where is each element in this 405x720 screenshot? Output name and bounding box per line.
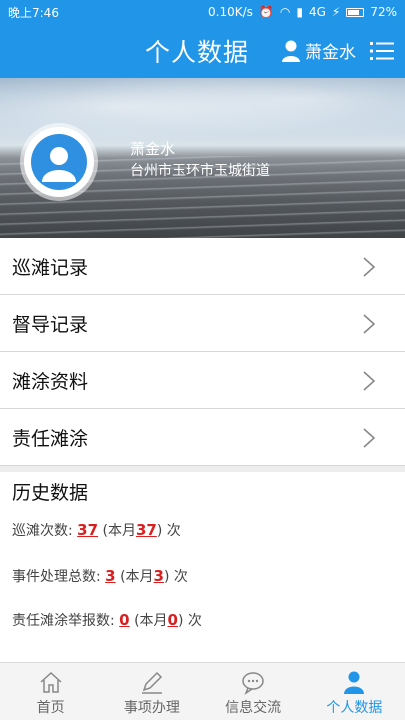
nav-personal-data[interactable]: 个人数据	[304, 663, 405, 720]
stat-month-label: 本月	[139, 613, 168, 629]
chevron-right-icon	[363, 257, 376, 277]
nav-tasks[interactable]: 事项办理	[101, 663, 202, 720]
stat-report-count: 责任滩涂举报数: 0 (本月0) 次	[12, 611, 202, 629]
menu-item-tidal-flat-info[interactable]: 滩涂资料	[0, 352, 405, 409]
stat-month[interactable]: 0	[168, 611, 178, 629]
nav-home[interactable]: 首页	[0, 663, 101, 720]
stat-month-label: 本月	[107, 523, 136, 539]
menu-list: 巡滩记录 督导记录 滩涂资料 责任滩涂	[0, 238, 405, 466]
nav-label: 信息交流	[225, 700, 282, 716]
menu-item-label: 责任滩涂	[12, 427, 89, 450]
chevron-right-icon	[363, 428, 376, 448]
menu-item-label: 督导记录	[12, 313, 89, 336]
stat-label: 责任滩涂举报数:	[12, 613, 115, 629]
chevron-right-icon	[363, 314, 376, 334]
avatar[interactable]	[24, 127, 94, 197]
header-user[interactable]: 萧金水	[281, 38, 356, 63]
history-section: 历史数据 巡滩次数: 37 (本月37) 次 事件处理总数: 3 (本月3) 次…	[0, 472, 405, 662]
chevron-right-icon	[363, 371, 376, 391]
menu-item-label: 巡滩记录	[12, 256, 89, 279]
stat-patrol-count: 巡滩次数: 37 (本月37) 次	[12, 521, 181, 539]
menu-item-label: 滩涂资料	[12, 370, 89, 393]
menu-item-responsible-tidal-flat[interactable]: 责任滩涂	[0, 409, 405, 466]
stat-unit: 次	[187, 613, 202, 629]
stat-unit: 次	[166, 523, 181, 539]
home-icon	[40, 671, 62, 693]
user-icon	[282, 40, 300, 62]
profile-name: 萧金水	[130, 140, 176, 158]
nav-messages[interactable]: 信息交流	[203, 663, 304, 720]
nav-label: 个人数据	[326, 700, 383, 716]
history-title: 历史数据	[12, 482, 89, 504]
header-user-name: 萧金水	[305, 43, 356, 63]
profile-address: 台州市玉环市玉城街道	[130, 163, 270, 179]
menu-item-patrol-records[interactable]: 巡滩记录	[0, 238, 405, 295]
person-icon	[344, 671, 365, 694]
stat-label: 事件处理总数:	[12, 569, 101, 585]
nav-label: 首页	[36, 700, 65, 716]
page-title: 个人数据	[145, 38, 250, 67]
status-bar: 晚上7:46 0.10K/s ⏰ ◠ ▮ 4G ⚡ 72%	[0, 0, 405, 24]
stat-label: 巡滩次数:	[12, 523, 73, 539]
alarm-icon: ⏰	[258, 5, 274, 19]
wifi-icon: ◠	[279, 5, 291, 19]
status-right: 0.10K/s ⏰ ◠ ▮ 4G ⚡ 72%	[208, 5, 397, 19]
stat-event-count: 事件处理总数: 3 (本月3) 次	[12, 567, 188, 585]
person-avatar-icon	[31, 134, 87, 190]
net-speed: 0.10K/s	[208, 5, 253, 19]
stat-total[interactable]: 3	[105, 567, 115, 585]
nav-label: 事项办理	[123, 700, 180, 716]
stat-month[interactable]: 3	[154, 567, 164, 585]
app-header: 个人数据 萧金水	[0, 24, 405, 78]
chat-bubble-icon	[242, 672, 264, 695]
stat-total[interactable]: 0	[119, 611, 129, 629]
pen-icon	[141, 671, 162, 694]
signal-icon: ▮	[296, 5, 303, 19]
stat-month[interactable]: 37	[136, 521, 157, 539]
battery-icon	[346, 7, 365, 17]
list-menu-icon[interactable]	[370, 40, 394, 62]
network-type: 4G	[308, 5, 326, 19]
stat-total[interactable]: 37	[77, 521, 98, 539]
stat-month-label: 本月	[125, 569, 154, 585]
bottom-nav: 首页 事项办理 信息交流 个人数据	[0, 662, 405, 720]
stat-unit: 次	[173, 569, 188, 585]
battery-level: 72%	[370, 5, 397, 19]
status-time: 晚上7:46	[8, 5, 59, 20]
charging-icon: ⚡	[331, 5, 341, 19]
menu-item-supervision-records[interactable]: 督导记录	[0, 295, 405, 352]
